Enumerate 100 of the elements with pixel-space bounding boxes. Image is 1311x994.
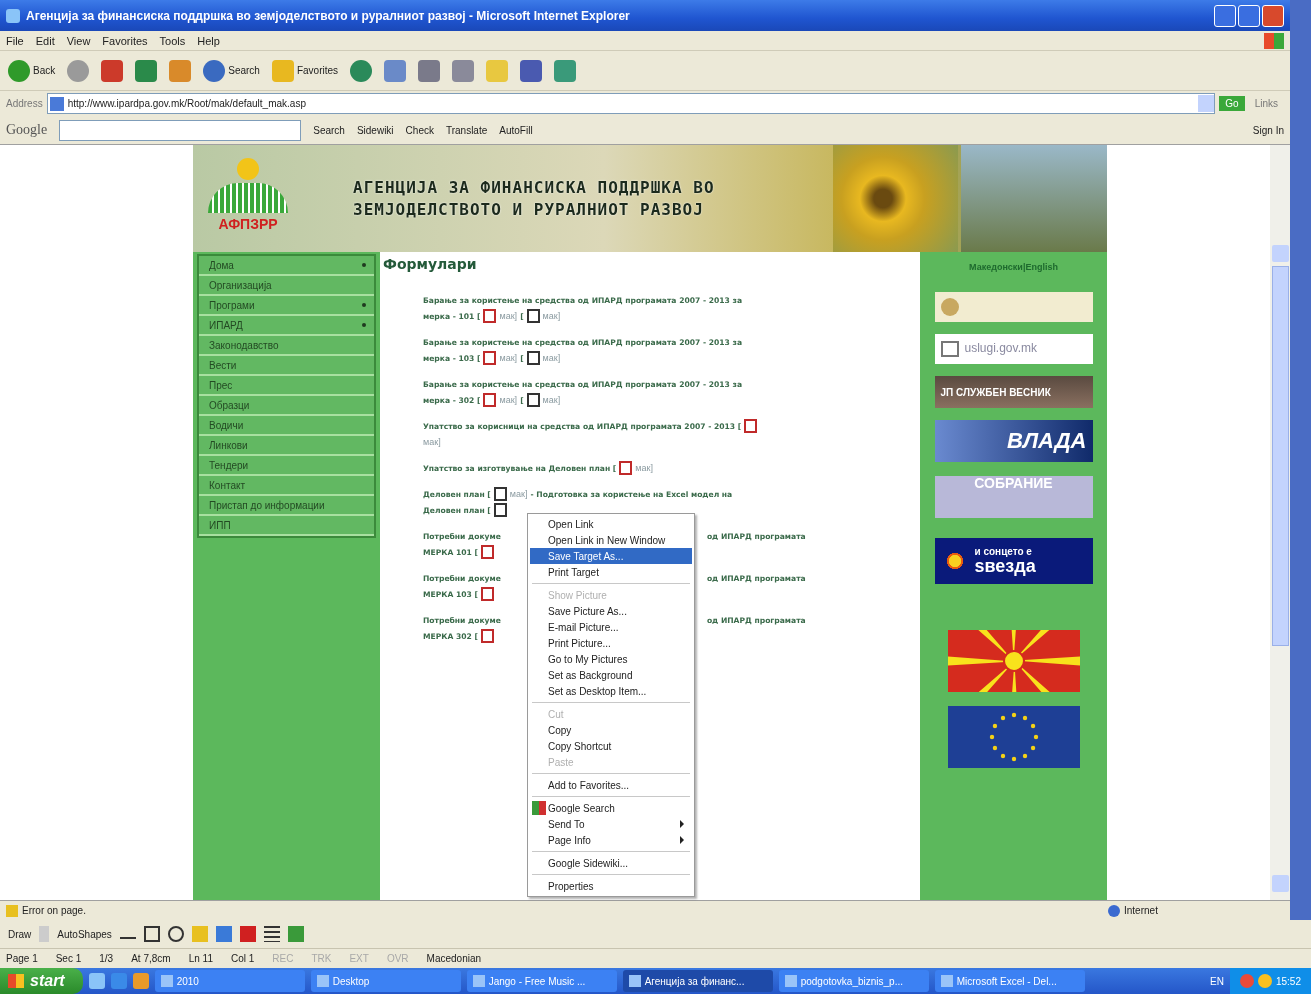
language-link[interactable]: мак] xyxy=(499,395,518,405)
menu-item[interactable]: Page Info xyxy=(530,832,692,848)
status-field: 1/3 xyxy=(99,953,114,964)
toolbar-button[interactable]: Search xyxy=(313,124,345,136)
sun-star-banner[interactable]: и сонцето е sвезда xyxy=(934,538,1093,584)
nav-item[interactable]: Контакт xyxy=(199,476,374,496)
language-link[interactable]: мак] xyxy=(509,489,528,499)
flag-drawing[interactable] xyxy=(947,706,1080,768)
status-field: At 7,8cm xyxy=(131,953,171,964)
menu-item[interactable]: Save Picture As... xyxy=(530,603,692,619)
window-icon xyxy=(628,975,641,987)
menu-item[interactable]: Google Sidewiki... xyxy=(530,855,692,871)
nav-item[interactable]: Законодавство xyxy=(199,336,374,356)
status-field: Col 1 xyxy=(230,953,255,964)
menu-item[interactable]: Print Picture... xyxy=(530,635,692,651)
flag-drawing[interactable] xyxy=(947,630,1080,692)
menu-item[interactable]: Tools xyxy=(159,34,186,47)
status-field: Sec 1 xyxy=(55,953,82,964)
toolbar-button[interactable]: Check xyxy=(405,124,434,136)
language-link[interactable]: мак] xyxy=(542,311,561,321)
nav-item[interactable]: Прес xyxy=(199,376,374,396)
menu-item[interactable]: Set as Background xyxy=(530,667,692,683)
nav-item[interactable]: Тендери xyxy=(199,456,374,476)
toolbar-button[interactable]: Favorites xyxy=(269,57,341,84)
monitor-icon xyxy=(940,341,959,357)
nav-item[interactable]: Вести xyxy=(199,356,374,376)
address-field[interactable]: http://www.ipardpa.gov.mk/Root/mak/default_mak.asp xyxy=(46,93,1216,114)
uslugi-banner[interactable]: uslugi.gov.mk xyxy=(934,334,1093,364)
toolbar-button[interactable]: Translate xyxy=(445,124,488,136)
search-field[interactable] xyxy=(59,119,302,141)
windows-logo-icon xyxy=(8,974,24,988)
taskbar-button[interactable]: Microsoft Excel - Del... xyxy=(934,970,1085,992)
gazette-banner[interactable]: ЈП СЛУЖБЕН ВЕСНИК xyxy=(934,376,1093,408)
menu-item[interactable]: Print Target xyxy=(530,564,692,580)
menu-item[interactable]: Save Target As... xyxy=(530,548,692,564)
taskbar-button[interactable]: 2010 xyxy=(154,970,305,992)
menu-item[interactable]: Properties xyxy=(530,878,692,894)
status-field: REC xyxy=(272,953,294,964)
oval-icon[interactable] xyxy=(167,926,184,942)
zone-text: Internet xyxy=(1124,905,1159,916)
toolbar-button[interactable]: Back xyxy=(6,57,58,84)
menu-item[interactable]: View xyxy=(66,34,91,47)
maximize-button[interactable] xyxy=(1238,4,1260,27)
language-link[interactable]: мак] xyxy=(542,395,561,405)
status-field: Ln 11 xyxy=(188,953,213,964)
nav-item[interactable]: Водичи xyxy=(199,416,374,436)
toolbar-button[interactable]: AutoFill xyxy=(499,124,533,136)
status-field: TRK xyxy=(311,953,332,964)
menu-item[interactable]: Edit xyxy=(35,34,55,47)
language-link[interactable]: мак] xyxy=(635,463,653,473)
taskbar-button[interactable]: Jango - Free Music ... xyxy=(466,970,617,992)
language-link[interactable]: мак] xyxy=(499,311,518,321)
links-button[interactable]: Links xyxy=(1248,98,1284,109)
menu-item[interactable]: Set as Desktop Item... xyxy=(530,683,692,699)
status-field: Macedonian xyxy=(426,953,482,964)
menu-item[interactable]: Google Search xyxy=(530,800,692,816)
scrollbar[interactable] xyxy=(1270,145,1290,900)
menu-item[interactable]: Copy Shortcut xyxy=(530,738,692,754)
nav-item[interactable]: Организација xyxy=(199,276,374,296)
menu-item[interactable]: Send To xyxy=(530,816,692,832)
language-link[interactable]: мак] xyxy=(423,437,441,447)
menu-item[interactable]: File xyxy=(6,34,24,47)
nav-item[interactable]: Образци xyxy=(199,396,374,416)
minimize-button[interactable] xyxy=(1214,4,1236,27)
scroll-thumb[interactable] xyxy=(1271,266,1289,646)
nav-item[interactable]: Линкови xyxy=(199,436,374,456)
taskbar-button[interactable]: Агенција за финанс... xyxy=(622,970,773,992)
menu-item[interactable]: Go to My Pictures xyxy=(530,651,692,667)
close-button[interactable] xyxy=(1262,4,1284,27)
menu-item[interactable]: Open Link xyxy=(530,516,692,532)
nav-item[interactable]: Програми xyxy=(199,296,374,316)
window-icon xyxy=(472,975,485,987)
nav-item[interactable]: Дома xyxy=(199,256,374,276)
nav-item[interactable]: ИПАРД xyxy=(199,316,374,336)
menu-item[interactable]: Help xyxy=(197,34,220,47)
taskbar-button[interactable]: Desktop xyxy=(310,970,461,992)
menu-item[interactable]: Favorites xyxy=(102,34,148,47)
government-banner[interactable]: ВЛАДА xyxy=(934,420,1093,462)
nav-item[interactable]: Пристап до информации xyxy=(199,496,374,516)
status-field: Page 1 xyxy=(6,953,38,964)
draw-menu-button[interactable]: Draw xyxy=(8,928,32,940)
toolbar-button[interactable]: Sidewiki xyxy=(356,124,394,136)
start-button[interactable]: start xyxy=(0,968,83,994)
toolbar-button[interactable]: Search xyxy=(201,57,262,84)
menu-item[interactable]: Add to Favorites... xyxy=(530,777,692,793)
emblem-icon xyxy=(940,298,959,316)
language-link[interactable]: мак] xyxy=(499,353,518,363)
menu-item[interactable]: E-mail Picture... xyxy=(530,619,692,635)
menu-item[interactable]: Copy xyxy=(530,722,692,738)
language-indicator[interactable]: EN xyxy=(1210,975,1224,987)
nav-item[interactable]: ИПП xyxy=(199,516,374,536)
autoshapes-menu-button[interactable]: AutoShapes xyxy=(57,928,112,940)
rectangle-icon[interactable] xyxy=(143,926,160,942)
taskbar-button[interactable]: podgotovka_biznis_p... xyxy=(778,970,929,992)
status-text: Error on page. xyxy=(22,905,86,916)
status-field: OVR xyxy=(386,953,409,964)
tray-icon[interactable] xyxy=(1257,974,1272,988)
sign-in-button[interactable]: Sign In xyxy=(1252,124,1284,136)
language-link[interactable]: мак] xyxy=(542,353,561,363)
menu-item[interactable]: Open Link in New Window xyxy=(530,532,692,548)
